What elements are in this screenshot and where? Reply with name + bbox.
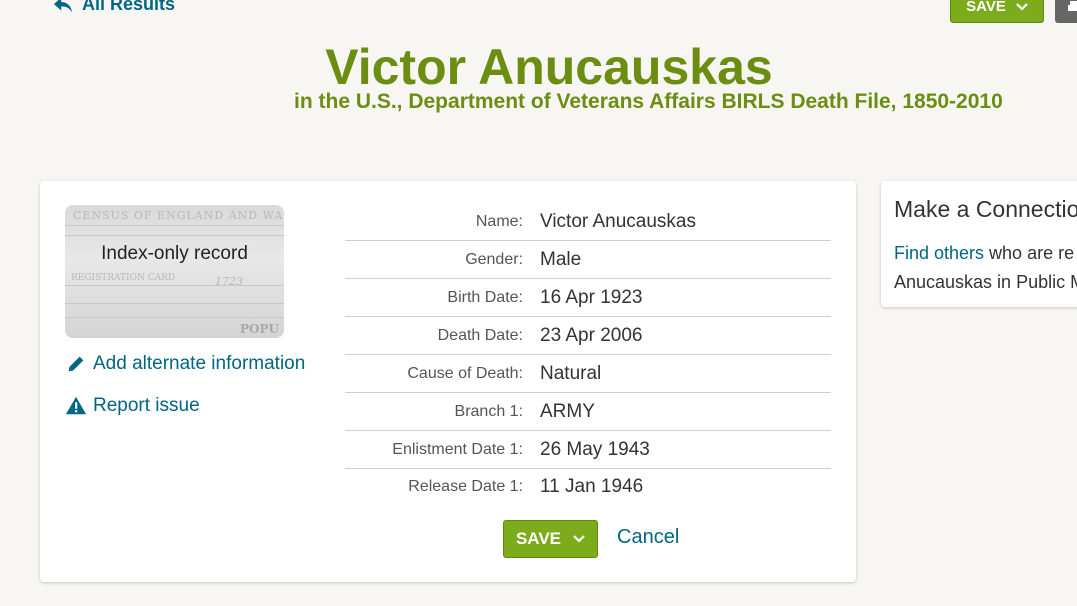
field-row-release-date: Release Date 1: 11 Jan 1946 (345, 469, 831, 505)
report-issue-label: Report issue (93, 395, 200, 416)
make-connection-text-line2: Anucauskas in Public M (894, 272, 1077, 292)
record-card: CENSUS OF ENGLAND AND WALES, REGISTRATIO… (40, 181, 856, 582)
field-value: 11 Jan 1946 (540, 476, 644, 497)
field-value: 16 Apr 1923 (540, 286, 643, 308)
field-value: Male (540, 248, 582, 270)
field-row-death-date: Death Date: 23 Apr 2006 (345, 317, 831, 355)
field-label: Birth Date: (447, 288, 523, 306)
find-others-link[interactable]: Find others (894, 243, 984, 263)
top-save-button[interactable]: SAVE (950, 0, 1044, 23)
save-button-label: SAVE (515, 529, 562, 548)
warning-icon (65, 396, 87, 415)
field-value: ARMY (540, 400, 595, 422)
field-label: Death Date: (437, 326, 523, 344)
field-label: Cause of Death: (407, 364, 523, 382)
field-row-branch: Branch 1: ARMY (345, 393, 831, 431)
page-header: Victor Anucauskas (0, 38, 1077, 96)
make-connection-panel: Make a Connectio Find others who are re … (881, 181, 1077, 307)
add-alternate-info-label: Add alternate information (93, 353, 306, 374)
field-row-enlistment-date: Enlistment Date 1: 26 May 1943 (345, 431, 831, 469)
field-value: Victor Anucauskas (540, 210, 696, 232)
reply-arrow-icon (53, 0, 73, 12)
field-label: Release Date 1: (408, 478, 523, 495)
field-value: 26 May 1943 (540, 438, 650, 460)
record-thumbnail[interactable]: CENSUS OF ENGLAND AND WALES, REGISTRATIO… (65, 205, 284, 338)
pencil-icon (68, 356, 84, 372)
field-row-gender: Gender: Male (345, 241, 831, 279)
field-label: Enlistment Date 1: (392, 440, 523, 458)
cancel-link[interactable]: Cancel (617, 526, 679, 549)
report-issue-link[interactable]: Report issue (65, 395, 200, 417)
thumbnail-faint-corner: POPU (240, 322, 279, 336)
make-connection-text: Find others who are re Anucauskas in Pub… (894, 239, 1077, 297)
field-label: Name: (475, 212, 523, 230)
collection-subtitle: in the U.S., Department of Veterans Affa… (294, 90, 1003, 113)
save-button[interactable]: SAVE (503, 520, 598, 558)
chevron-down-icon (1016, 2, 1028, 11)
field-label: Branch 1: (454, 402, 523, 420)
make-connection-text-rest: who are re (984, 243, 1075, 263)
thumbnail-faint-line: REGISTRATION CARD (71, 273, 176, 283)
field-label: Gender: (465, 250, 523, 268)
field-value: 23 Apr 2006 (540, 324, 643, 346)
print-icon (1068, 0, 1077, 11)
chevron-down-icon (573, 535, 585, 543)
thumbnail-faint-number: 1723 (215, 275, 243, 288)
all-results-link[interactable]: All Results (52, 0, 175, 15)
field-row-cause-of-death: Cause of Death: Natural (345, 355, 831, 393)
record-fields: Name: Victor Anucauskas Gender: Male Bir… (345, 203, 831, 505)
field-value: Natural (540, 362, 602, 384)
make-connection-title: Make a Connectio (894, 196, 1077, 222)
all-results-label: All Results (82, 0, 176, 14)
add-alternate-info-link[interactable]: Add alternate information (65, 353, 305, 375)
thumbnail-faint-header: CENSUS OF ENGLAND AND WALES, (73, 209, 284, 222)
print-button[interactable] (1055, 0, 1077, 23)
top-save-label: SAVE (966, 0, 1006, 15)
record-name-title: Victor Anucauskas (325, 39, 773, 95)
field-row-name: Name: Victor Anucauskas (345, 203, 831, 241)
index-only-label: Index-only record (101, 243, 248, 264)
field-row-birth-date: Birth Date: 16 Apr 1923 (345, 279, 831, 317)
